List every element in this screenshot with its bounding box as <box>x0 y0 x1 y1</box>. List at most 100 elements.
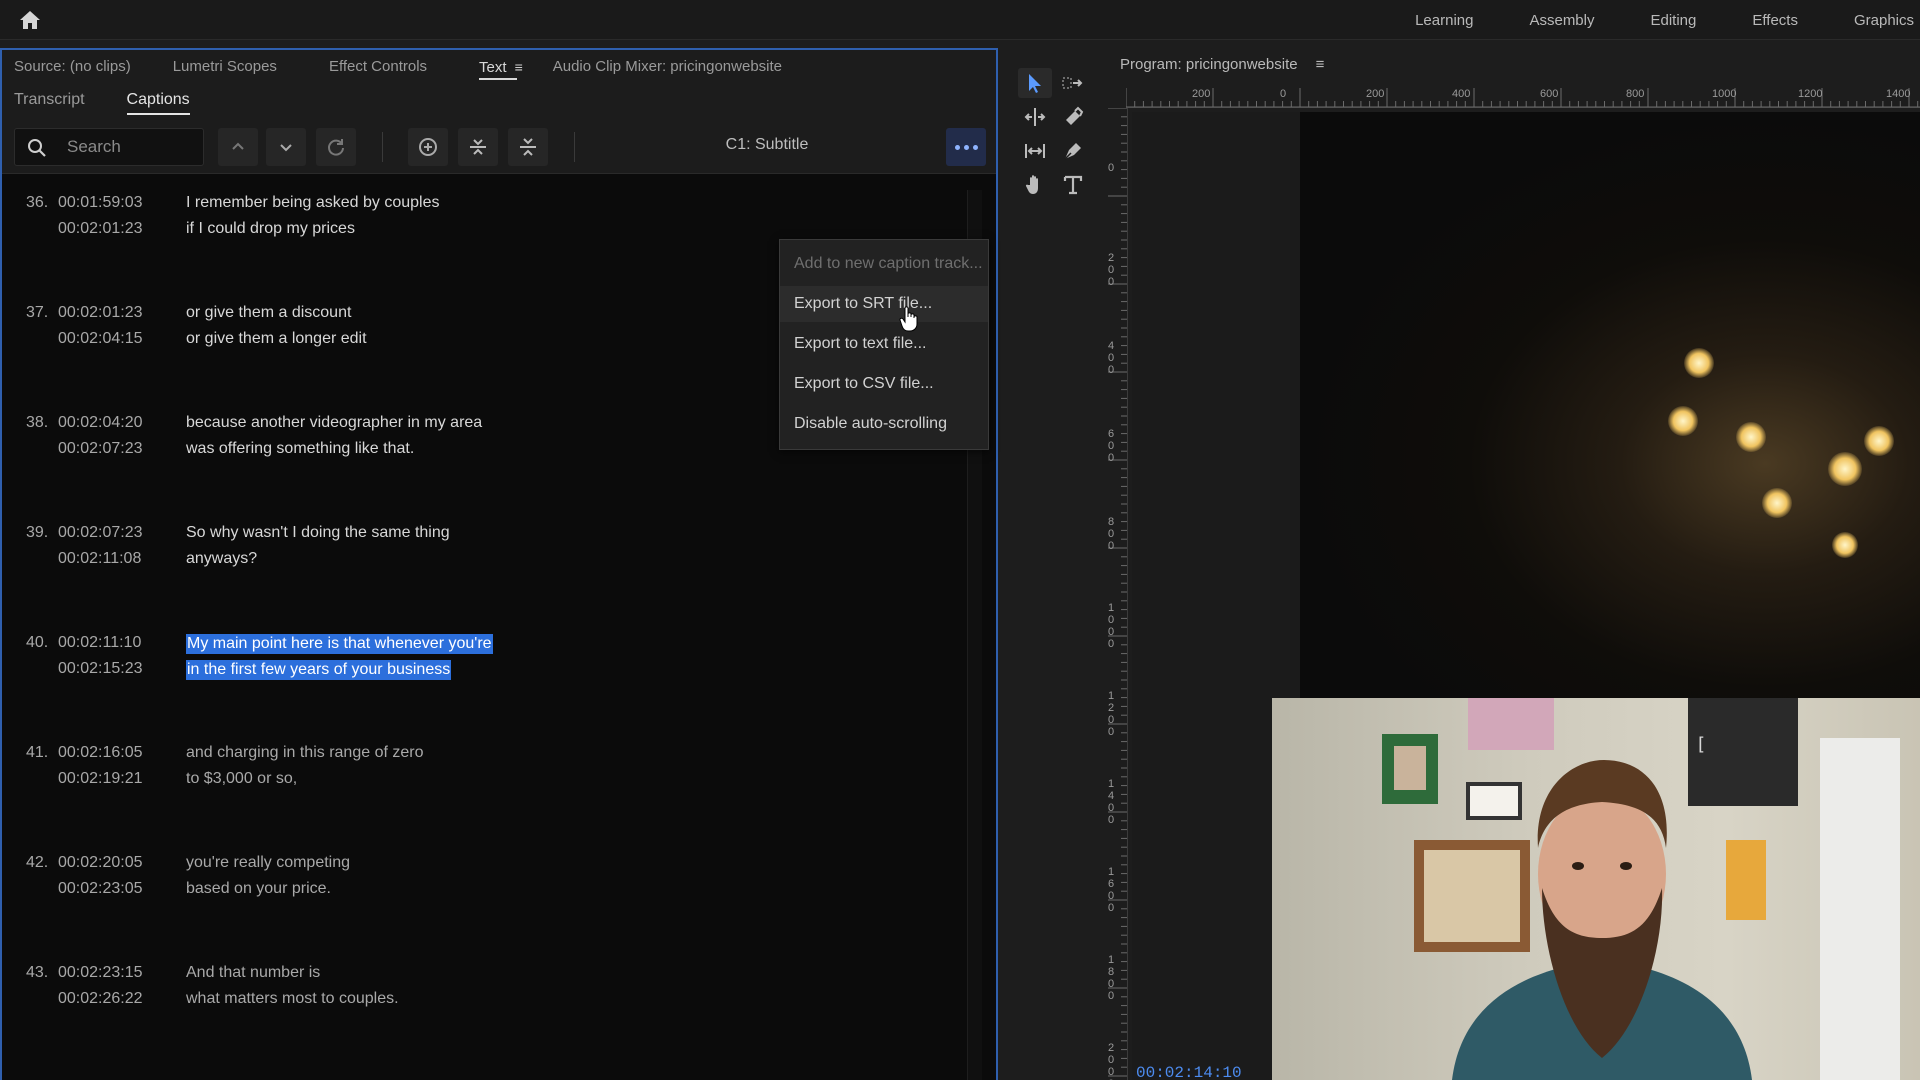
home-icon[interactable] <box>18 8 42 32</box>
menu-item-disable-autoscroll[interactable]: Disable auto-scrolling <box>780 406 988 442</box>
caption-text-line1[interactable]: I remember being asked by couples <box>186 194 439 212</box>
type-tool[interactable] <box>1056 170 1090 200</box>
toolbar-divider <box>574 132 575 162</box>
add-circle-icon <box>419 138 437 156</box>
ruler-label: 1800 <box>1108 954 1115 1002</box>
caption-in-time[interactable]: 00:02:01:23 <box>58 304 143 322</box>
chevron-down-icon <box>280 144 292 152</box>
program-timecode[interactable]: 00:02:14:10 <box>1136 1064 1242 1080</box>
caption-out-time[interactable]: 00:02:01:23 <box>58 220 143 238</box>
caption-text-line2[interactable]: was offering something like that. <box>186 440 414 458</box>
panel-menu-icon[interactable]: ≡ <box>1316 56 1325 73</box>
subtab-captions[interactable]: Captions <box>115 84 202 118</box>
program-title-label: Program: pricingonwebsite <box>1120 56 1298 73</box>
ruler-label: 800 <box>1108 516 1115 552</box>
caption-text-line1[interactable]: And that number is <box>186 964 320 982</box>
hand-tool[interactable] <box>1018 170 1052 200</box>
caption-in-time[interactable]: 00:01:59:03 <box>58 194 143 212</box>
menu-item-export-csv[interactable]: Export to CSV file... <box>780 366 988 402</box>
selection-tool[interactable] <box>1018 68 1052 98</box>
caption-out-time[interactable]: 00:02:23:05 <box>58 880 143 898</box>
caption-text-line1[interactable]: you're really competing <box>186 854 350 872</box>
tab-text-label: Text <box>479 59 507 76</box>
search-box[interactable] <box>14 128 204 166</box>
search-input[interactable] <box>67 135 197 159</box>
merge-icon <box>520 138 536 156</box>
ripple-edit-tool[interactable] <box>1018 102 1052 132</box>
caption-in-time[interactable]: 00:02:23:15 <box>58 964 143 982</box>
caption-text-line2[interactable]: to $3,000 or so, <box>186 770 297 788</box>
caption-text-line1[interactable]: My main point here is that whenever you'… <box>186 634 493 654</box>
caption-text-line2[interactable]: anyways? <box>186 550 257 568</box>
caption-in-time[interactable]: 00:02:04:20 <box>58 414 143 432</box>
more-options-button[interactable] <box>946 128 986 166</box>
caption-row[interactable]: 42. 00:02:20:05 00:02:23:05 you're reall… <box>14 850 964 910</box>
bokeh-light <box>1762 488 1792 518</box>
workspace-editing[interactable]: Editing <box>1623 12 1725 29</box>
ruler-label: 200 <box>1366 88 1385 100</box>
caption-text-line1[interactable]: So why wasn't I doing the same thing <box>186 524 450 542</box>
razor-icon <box>1066 106 1084 125</box>
program-viewer[interactable]: [ <box>1132 112 1920 1080</box>
tools-panel <box>1002 48 1102 1080</box>
workspace-learning[interactable]: Learning <box>1387 12 1501 29</box>
next-button[interactable] <box>266 128 306 166</box>
menu-item-export-srt[interactable]: Export to SRT file... <box>780 286 988 322</box>
caption-text-line2[interactable]: what matters most to couples. <box>186 990 399 1008</box>
subtab-transcript[interactable]: Transcript <box>2 84 97 118</box>
caption-in-time[interactable]: 00:02:11:10 <box>58 634 141 652</box>
replace-button[interactable] <box>316 128 356 166</box>
caption-text-line2[interactable]: or give them a longer edit <box>186 330 367 348</box>
caption-text-line2[interactable]: based on your price. <box>186 880 331 898</box>
merge-captions-button[interactable] <box>508 128 548 166</box>
caption-text-line2[interactable]: in the first few years of your business <box>186 660 452 680</box>
caption-text-line1[interactable]: and charging in this range of zero <box>186 744 423 762</box>
caption-row[interactable]: 43. 00:02:23:15 00:02:26:22 And that num… <box>14 960 964 1020</box>
workspace-graphics[interactable]: Graphics <box>1826 12 1920 29</box>
caption-text-line1[interactable]: because another videographer in my area <box>186 414 482 432</box>
caption-out-time[interactable]: 00:02:26:22 <box>58 990 143 1008</box>
caption-text-line2[interactable]: if I could drop my prices <box>186 220 355 238</box>
caption-row[interactable]: 41. 00:02:16:05 00:02:19:21 and charging… <box>14 740 964 800</box>
add-caption-button[interactable] <box>408 128 448 166</box>
previous-button[interactable] <box>218 128 258 166</box>
split-caption-button[interactable] <box>458 128 498 166</box>
panel-tab-bar: Source: (no clips) Lumetri Scopes Effect… <box>2 50 996 84</box>
ruler-label: 1400 <box>1886 88 1911 100</box>
workspace-tabs: Learning Assembly Editing Effects Graphi… <box>1387 0 1920 40</box>
caption-out-time[interactable]: 00:02:19:21 <box>58 770 143 788</box>
caption-out-time[interactable]: 00:02:11:08 <box>58 550 141 568</box>
pen-tool[interactable] <box>1056 136 1090 166</box>
tab-source[interactable]: Source: (no clips) <box>2 50 143 84</box>
track-select-tool[interactable] <box>1056 68 1090 98</box>
caption-out-time[interactable]: 00:02:04:15 <box>58 330 143 348</box>
caption-in-time[interactable]: 00:02:16:05 <box>58 744 143 762</box>
workspace-assembly[interactable]: Assembly <box>1501 12 1622 29</box>
caption-row-selected[interactable]: 40. 00:02:11:10 00:02:15:23 My main poin… <box>14 630 964 690</box>
bokeh-light <box>1828 452 1862 486</box>
tab-lumetri-scopes[interactable]: Lumetri Scopes <box>161 50 289 84</box>
caption-in-time[interactable]: 00:02:07:23 <box>58 524 143 542</box>
caption-in-time[interactable]: 00:02:20:05 <box>58 854 143 872</box>
razor-tool[interactable] <box>1056 102 1090 132</box>
text-panel: Source: (no clips) Lumetri Scopes Effect… <box>0 48 998 1080</box>
dot-icon <box>963 144 969 150</box>
program-title[interactable]: Program: pricingonwebsite ≡ <box>1120 56 1324 73</box>
slip-tool[interactable] <box>1018 136 1052 166</box>
caption-text-line1[interactable]: or give them a discount <box>186 304 351 322</box>
ruler-label: 200 <box>1108 252 1115 288</box>
caption-row[interactable]: 39. 00:02:07:23 00:02:11:08 So why wasn'… <box>14 520 964 580</box>
caption-out-time[interactable]: 00:02:15:23 <box>58 660 143 678</box>
panel-menu-icon[interactable]: ≡ <box>515 59 523 75</box>
caption-number: 43. <box>26 964 49 981</box>
tab-text[interactable]: Text ≡ <box>467 50 535 84</box>
bokeh-light <box>1736 422 1766 452</box>
slip-icon <box>1025 144 1045 158</box>
tab-effect-controls[interactable]: Effect Controls <box>317 50 439 84</box>
ruler-label: 600 <box>1540 88 1559 100</box>
workspace-effects[interactable]: Effects <box>1724 12 1826 29</box>
caption-out-time[interactable]: 00:02:07:23 <box>58 440 143 458</box>
tab-audio-clip-mixer[interactable]: Audio Clip Mixer: pricingonwebsite <box>541 50 794 84</box>
speaker-illustration: [ <box>1382 698 1900 1080</box>
menu-item-export-text[interactable]: Export to text file... <box>780 326 988 362</box>
